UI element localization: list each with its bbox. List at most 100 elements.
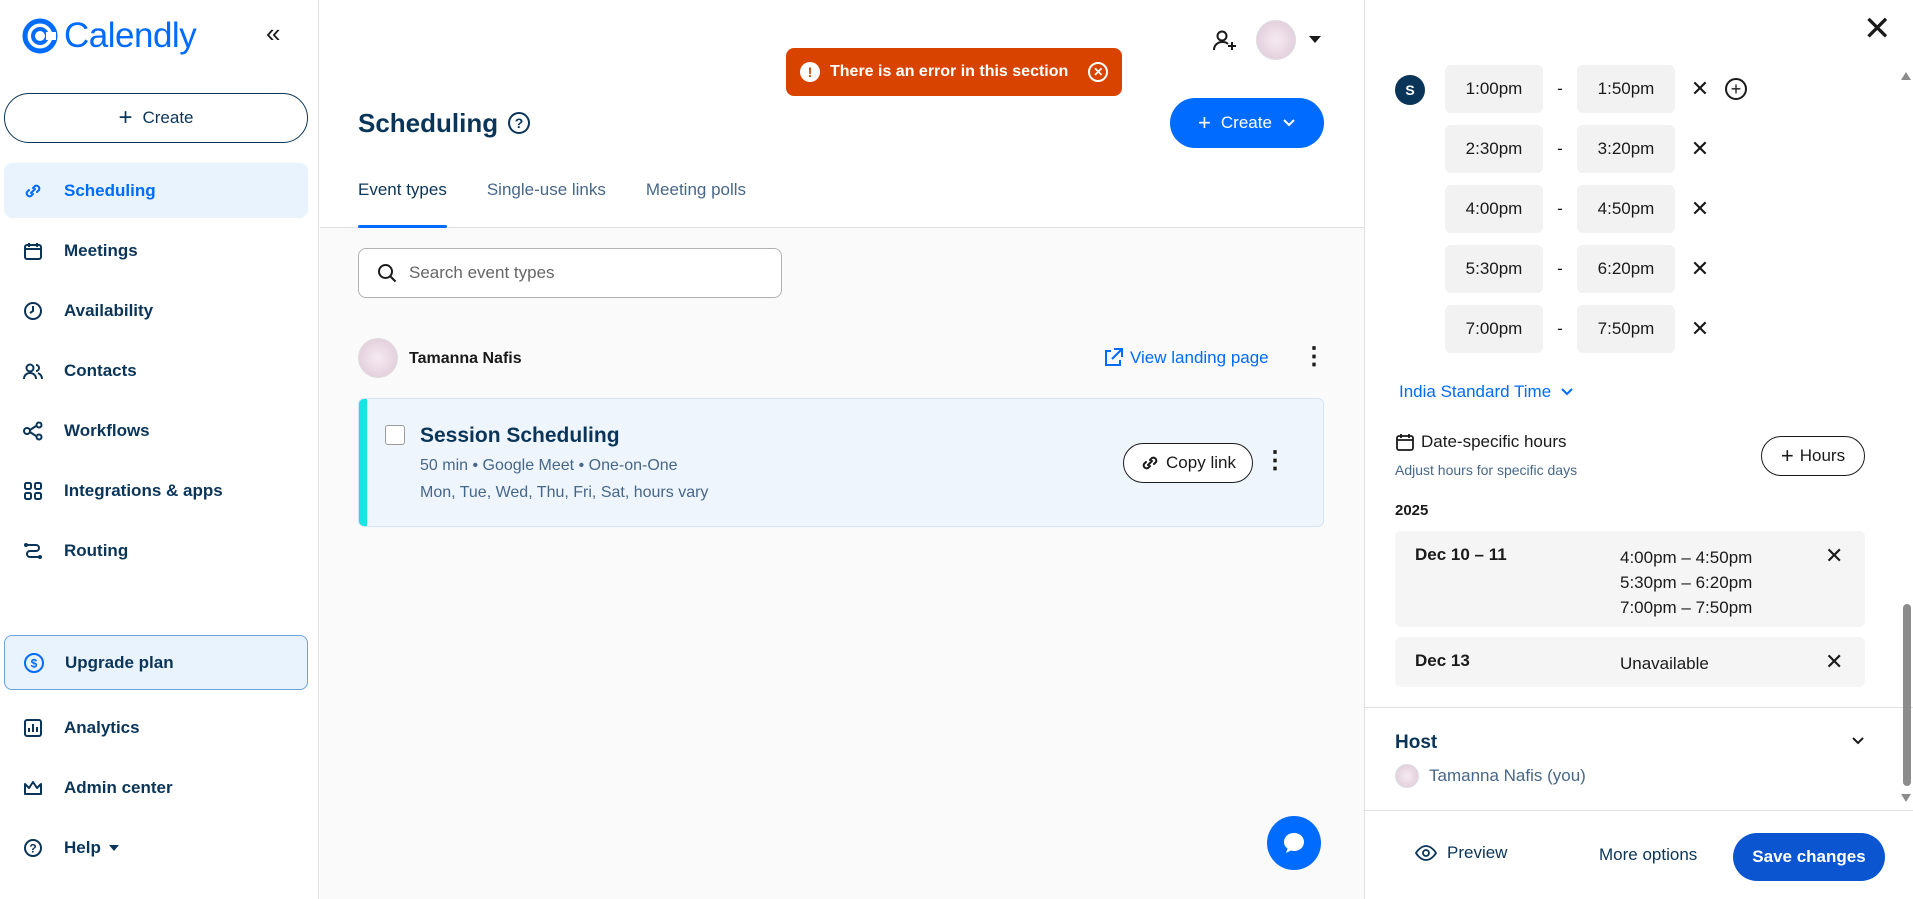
remove-override-icon[interactable]: ✕ (1825, 649, 1843, 675)
view-landing-page-link[interactable]: View landing page (1102, 347, 1269, 369)
remove-slot-icon[interactable]: ✕ (1675, 76, 1725, 102)
user-avatar[interactable] (1256, 20, 1296, 60)
remove-override-icon[interactable]: ✕ (1825, 543, 1843, 569)
sidebar-item-analytics[interactable]: Analytics (4, 700, 308, 755)
error-toast: ! There is an error in this section ✕ (786, 48, 1122, 96)
search-icon (378, 264, 397, 283)
override-time: 5:30pm – 6:20pm (1620, 573, 1753, 592)
start-time-field[interactable]: 2:30pm (1445, 125, 1543, 173)
date-override-row[interactable]: Dec 10 – 11 4:00pm – 4:50pm 5:30pm – 6:2… (1395, 531, 1865, 627)
event-more-options-icon[interactable]: ⋮ (1263, 449, 1287, 473)
sidebar-item-contacts[interactable]: Contacts (4, 343, 308, 398)
override-times: Unavailable (1620, 651, 1709, 676)
override-time: 4:00pm – 4:50pm (1620, 548, 1753, 567)
event-type-card[interactable]: Session Scheduling 50 min • Google Meet … (358, 398, 1324, 527)
remove-slot-icon[interactable]: ✕ (1675, 136, 1725, 162)
help-circle-icon[interactable]: ? (508, 112, 530, 134)
calendar-icon (1396, 434, 1414, 451)
remove-slot-icon[interactable]: ✕ (1675, 196, 1725, 222)
error-text: There is an error in this section (830, 63, 1069, 80)
range-dash: - (1557, 79, 1563, 98)
host-avatar (1395, 764, 1419, 788)
close-panel-icon[interactable]: ✕ (1863, 12, 1892, 46)
range-dash: - (1557, 139, 1563, 158)
end-time-field[interactable]: 6:20pm (1577, 245, 1675, 293)
routing-icon (22, 540, 44, 562)
caret-down-icon (108, 844, 119, 851)
save-changes-button[interactable]: Save changes (1733, 833, 1885, 881)
app-root: Calendly « + Create Scheduling Meetings … (0, 0, 1913, 899)
invite-user-icon[interactable] (1212, 28, 1238, 59)
collapse-sidebar-icon[interactable]: « (266, 20, 280, 46)
end-time-field[interactable]: 3:20pm (1577, 125, 1675, 173)
sidebar-item-workflows[interactable]: Workflows (4, 403, 308, 458)
tabs: Event types Single-use links Meeting pol… (358, 180, 746, 228)
calendly-logo[interactable]: Calendly (22, 16, 197, 56)
sidebar-item-routing[interactable]: Routing (4, 523, 308, 578)
tab-event-types[interactable]: Event types (358, 180, 447, 228)
sidebar-create-button[interactable]: + Create (4, 93, 308, 143)
add-hours-button[interactable]: + Hours (1761, 436, 1865, 476)
copy-link-button[interactable]: Copy link (1123, 443, 1253, 483)
time-slot-row: 7:00pm - 7:50pm ✕ (1445, 305, 1725, 353)
override-time: 7:00pm – 7:50pm (1620, 598, 1753, 617)
plus-icon: + (1780, 443, 1794, 468)
sidebar-item-help[interactable]: ? Help (4, 820, 308, 875)
search-input[interactable] (409, 263, 769, 283)
preview-label: Preview (1447, 843, 1508, 862)
more-options-icon[interactable]: ⋮ (1302, 345, 1326, 369)
clock-icon (22, 300, 44, 322)
day-badge: S (1395, 75, 1425, 105)
add-slot-icon[interactable]: + (1725, 78, 1747, 100)
close-toast-icon[interactable]: ✕ (1088, 62, 1109, 82)
sidebar-create-label: Create (142, 108, 194, 127)
end-time-field[interactable]: 7:50pm (1577, 305, 1675, 353)
host-section-title[interactable]: Host (1395, 732, 1437, 754)
svg-text:$: $ (31, 656, 38, 670)
sidebar-item-integrations[interactable]: Integrations & apps (4, 463, 308, 518)
tab-meeting-polls[interactable]: Meeting polls (646, 180, 746, 228)
help-icon: ? (22, 837, 44, 859)
sidebar-item-availability[interactable]: Availability (4, 283, 308, 338)
start-time-field[interactable]: 5:30pm (1445, 245, 1543, 293)
preview-button[interactable]: Preview (1415, 843, 1507, 863)
date-override-row[interactable]: Dec 13 Unavailable ✕ (1395, 637, 1865, 687)
start-time-field[interactable]: 4:00pm (1445, 185, 1543, 233)
sidebar-item-admin-center[interactable]: Admin center (4, 760, 308, 815)
scrollbar-thumb[interactable] (1903, 604, 1911, 786)
time-slot-row: 5:30pm - 6:20pm ✕ (1445, 245, 1725, 293)
end-time-field[interactable]: 1:50pm (1577, 65, 1675, 113)
timezone-select[interactable]: India Standard Time (1399, 382, 1573, 402)
start-time-field[interactable]: 7:00pm (1445, 305, 1543, 353)
event-checkbox[interactable] (385, 425, 405, 445)
tab-single-use-links[interactable]: Single-use links (487, 180, 606, 228)
sidebar-item-scheduling[interactable]: Scheduling (4, 163, 308, 218)
start-time-field[interactable]: 1:00pm (1445, 65, 1543, 113)
sidebar-item-label: Contacts (64, 360, 137, 380)
event-title[interactable]: Session Scheduling (420, 424, 620, 448)
remove-slot-icon[interactable]: ✕ (1675, 256, 1725, 282)
chevron-down-icon[interactable] (1851, 730, 1865, 751)
sidebar-item-upgrade-plan[interactable]: $ Upgrade plan (4, 635, 308, 690)
workflow-icon (22, 420, 44, 442)
remove-slot-icon[interactable]: ✕ (1675, 316, 1725, 342)
sidebar-item-meetings[interactable]: Meetings (4, 223, 308, 278)
range-dash: - (1557, 259, 1563, 278)
search-box (358, 248, 782, 298)
create-button[interactable]: + Create (1170, 98, 1324, 148)
panel-footer: Preview More options Save changes (1365, 810, 1913, 899)
sidebar-item-label: Meetings (64, 240, 138, 260)
more-options-button[interactable]: More options (1599, 845, 1697, 865)
override-date: Dec 10 – 11 (1415, 545, 1507, 564)
sidebar-item-label: Routing (64, 540, 129, 560)
chat-button[interactable] (1267, 816, 1321, 870)
chevron-down-icon (1283, 119, 1295, 127)
end-time-field[interactable]: 4:50pm (1577, 185, 1675, 233)
time-slot-row: 1:00pm - 1:50pm ✕ + (1445, 65, 1747, 113)
date-specific-hours-title: Date-specific hours (1395, 432, 1567, 452)
sidebar-item-label: Availability (64, 300, 154, 320)
caret-down-icon[interactable] (1309, 36, 1321, 43)
scroll-down-arrow[interactable] (1901, 794, 1911, 802)
scroll-up-arrow[interactable] (1901, 72, 1911, 80)
range-dash: - (1557, 319, 1563, 338)
